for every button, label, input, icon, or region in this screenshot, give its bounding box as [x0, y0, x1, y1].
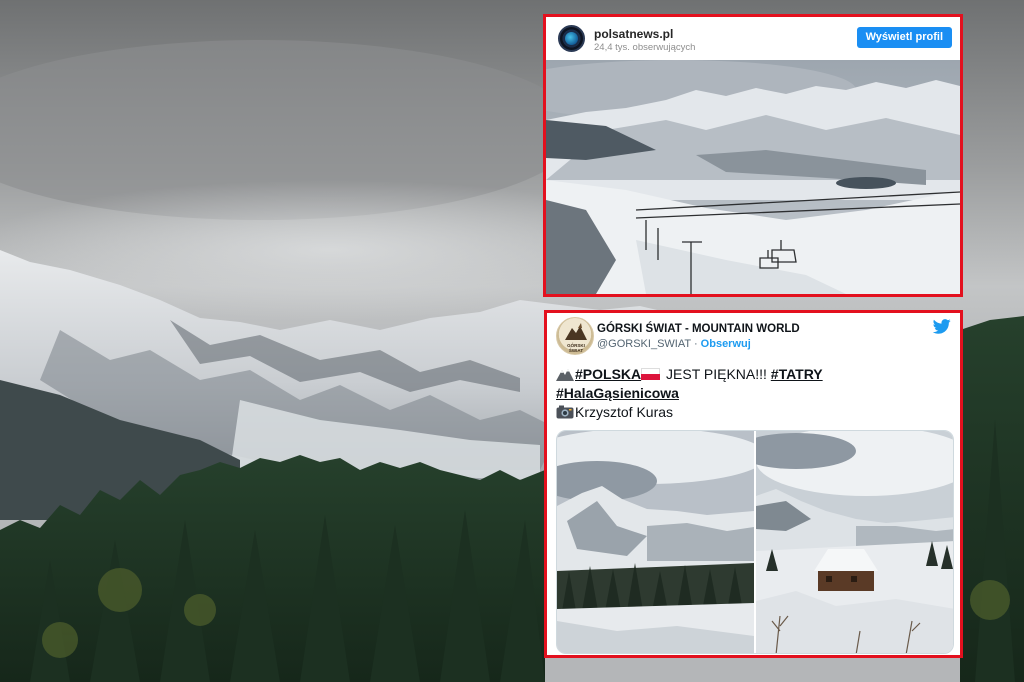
tweet-text: #POLSKA JEST PIĘKNA!!! #TATRY #HalaGąsie…	[556, 365, 956, 422]
photo-credit: Krzysztof Kuras	[575, 404, 674, 420]
avatar-caption: GÓRSKI ŚWIAT	[567, 343, 585, 353]
tweet-author-avatar[interactable]: GÓRSKI ŚWIAT	[556, 317, 594, 355]
instagram-follower-count: 24,4 tys. obserwujących	[594, 42, 696, 53]
tweet-author-name[interactable]: GÓRSKI ŚWIAT - MOUNTAIN WORLD	[597, 323, 800, 335]
camera-emoji-icon	[556, 405, 574, 419]
twitter-embed-card: GÓRSKI ŚWIAT GÓRSKI ŚWIAT - MOUNTAIN WORL…	[544, 310, 963, 658]
tweet-photo-mountain-hut[interactable]	[756, 431, 954, 654]
follow-button[interactable]: Obserwuj	[701, 338, 751, 350]
hashtag-hala-link[interactable]: #HalaGąsienicowa	[556, 385, 679, 401]
mountain-goat-logo-icon	[565, 323, 587, 340]
instagram-avatar-logo[interactable]	[558, 25, 585, 52]
mountain-emoji-icon	[556, 369, 574, 381]
tweet-media-grid	[556, 430, 954, 654]
poland-flag-icon	[641, 368, 661, 380]
instagram-photo-tatra-ski-lift[interactable]	[546, 60, 960, 294]
instagram-username[interactable]: polsatnews.pl	[594, 27, 673, 41]
tweet-text-middle: JEST PIĘKNA!!!	[662, 366, 771, 382]
tweet-author-handle[interactable]: @GORSKI_SWIAT	[597, 338, 691, 350]
view-profile-button[interactable]: Wyświetl profil	[856, 27, 952, 48]
twitter-bird-icon[interactable]	[933, 319, 951, 334]
instagram-embed-card: polsatnews.pl 24,4 tys. obserwujących Wy…	[543, 14, 963, 297]
handle-separator: ·	[690, 338, 701, 350]
hashtag-polska-link[interactable]: #POLSKA	[575, 366, 641, 382]
tweet-photo-snowy-peaks[interactable]	[557, 431, 754, 654]
hashtag-tatry-link[interactable]: #TATRY	[771, 366, 823, 382]
tweet-author-handle-row: @GORSKI_SWIAT · Obserwuj	[597, 338, 751, 350]
instagram-header: polsatnews.pl 24,4 tys. obserwujących Wy…	[546, 17, 960, 60]
